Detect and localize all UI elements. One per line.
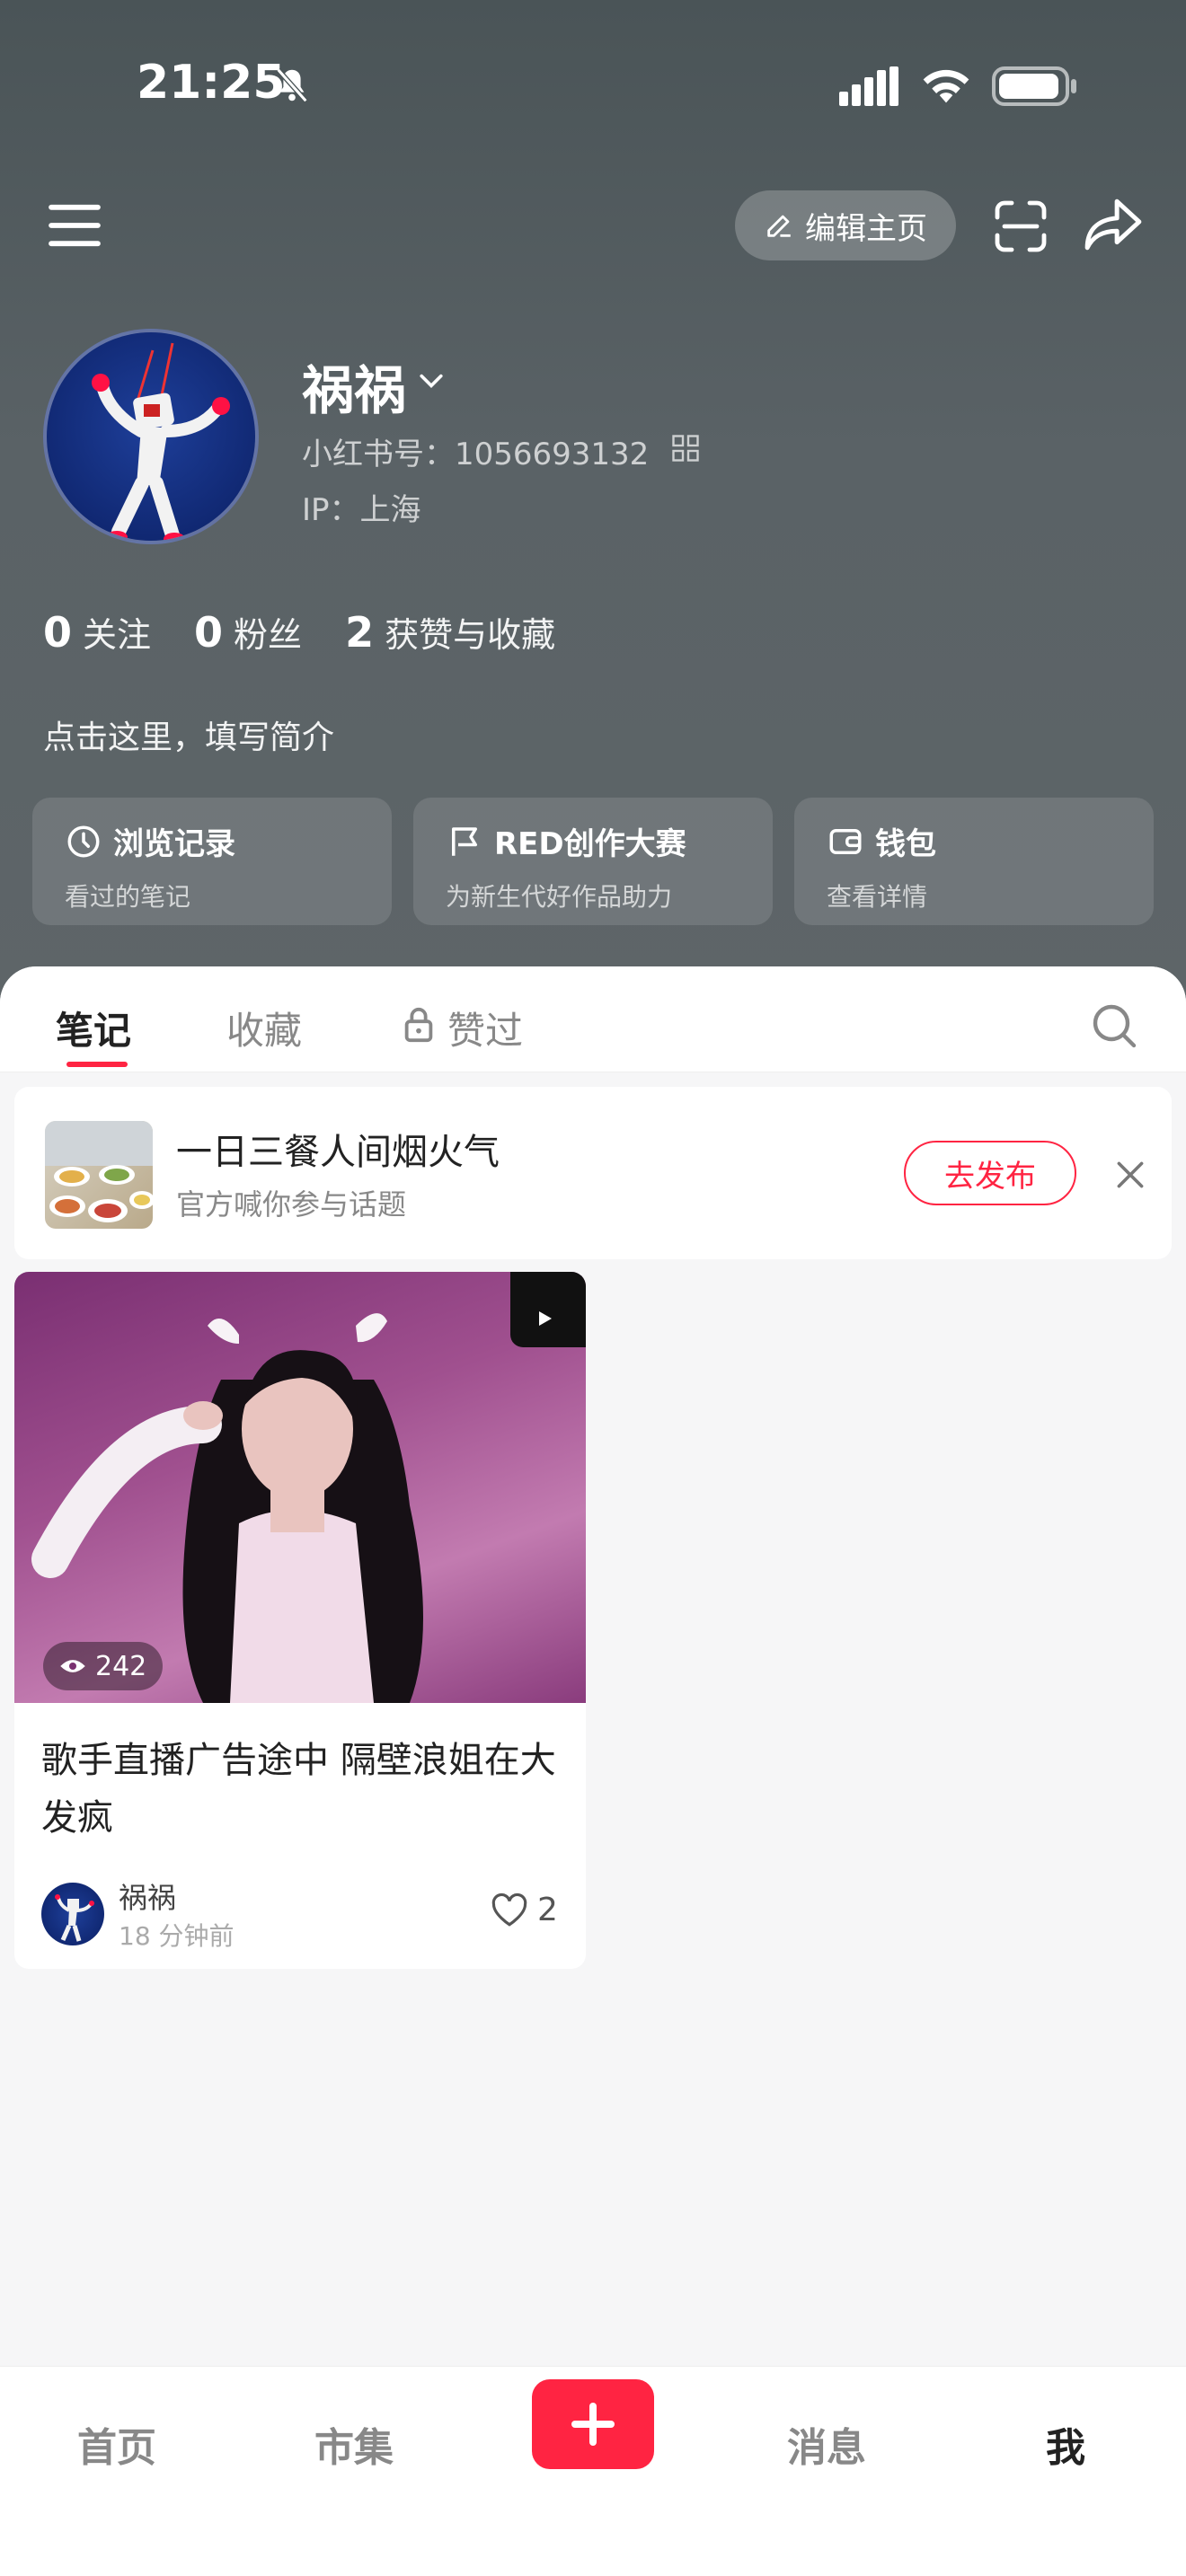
plus-icon [571,2403,615,2446]
ip-location: IP：上海 [302,492,421,528]
history-card-title: 浏览记录 [113,826,235,862]
active-tab-indicator [66,1062,128,1067]
search-icon[interactable] [1091,1002,1137,1049]
history-card-sub: 看过的笔记 [65,882,191,912]
topic-subtitle: 官方喊你参与话题 [176,1187,407,1222]
signal-icon [839,66,898,106]
wifi-icon [923,69,969,103]
nav-messages[interactable]: 消息 [787,2415,866,2473]
like-button[interactable]: 2 [491,1892,558,1928]
scan-icon[interactable] [994,199,1048,253]
stats-row: 0 关注 0 粉丝 2 获赞与收藏 [43,607,555,657]
note-card[interactable]: 242 歌手直播广告途中 隔壁浪姐在大发疯 祸祸 18 分钟前 2 [14,1272,586,1969]
stat-likes-count: 2 [345,608,375,657]
eye-icon [60,1660,85,1672]
play-icon [539,1311,552,1326]
bio-prompt[interactable]: 点击这里，填写简介 [43,711,334,758]
pencil-icon [767,215,791,237]
note-cover-image [14,1272,586,1703]
close-icon[interactable] [1114,1159,1146,1191]
publish-button[interactable]: 去发布 [904,1141,1076,1205]
history-card[interactable]: 浏览记录 看过的笔记 [32,798,392,925]
nav-market[interactable]: 市集 [314,2415,394,2473]
stat-following-count: 0 [43,608,73,657]
content-panel: 笔记 收藏 赞过 一日三餐人间烟火气 官方喊你参与话题 去发布 242 歌手直播… [0,966,1186,2368]
note-time: 18 分钟前 [119,1921,235,1951]
wallet-icon [829,828,862,854]
tab-liked[interactable]: 赞过 [447,1001,523,1055]
tab-collections[interactable]: 收藏 [226,1001,302,1055]
red-contest-title: RED创作大赛 [494,826,686,862]
stat-followers-label: 粉丝 [234,615,303,655]
red-contest-card[interactable]: RED创作大赛 为新生代好作品助力 [413,798,773,925]
red-id: 小红书号：1056693132 [302,437,650,472]
stat-followers[interactable]: 0 粉丝 [194,607,302,657]
status-time: 21:25 [137,56,286,110]
create-post-button[interactable] [532,2379,654,2469]
topic-thumbnail [45,1121,153,1229]
profile-header: 21:25 编辑主页 祸祸 小红书号：1056693132 IP：上海 0 关注… [0,0,1186,1006]
view-count-badge: 242 [43,1642,164,1690]
flag-icon [452,826,477,856]
tab-notes[interactable]: 笔记 [56,1001,131,1055]
bell-muted-icon [276,67,308,103]
topic-banner[interactable]: 一日三餐人间烟火气 官方喊你参与话题 去发布 [14,1087,1172,1259]
topic-title: 一日三餐人间烟火气 [176,1132,500,1173]
stat-likes-label: 获赞与收藏 [385,615,556,655]
qr-code-icon[interactable] [672,435,699,462]
stat-likes-collects[interactable]: 2 获赞与收藏 [345,607,555,657]
video-badge [510,1272,586,1347]
wallet-sub: 查看详情 [827,882,928,912]
singer-photo [31,1313,423,1703]
avatar-figure-image [92,342,230,541]
share-icon[interactable] [1084,196,1143,251]
username[interactable]: 祸祸 [302,348,406,424]
edit-profile-label: 编辑主页 [805,210,927,247]
tab-bar: 笔记 收藏 赞过 [0,966,1186,1072]
wallet-card[interactable]: 钱包 查看详情 [794,798,1154,925]
note-author[interactable]: 祸祸 [119,1875,176,1917]
edit-profile-button[interactable]: 编辑主页 [735,190,956,260]
red-contest-sub: 为新生代好作品助力 [446,882,673,912]
status-bar: 21:25 [0,0,1186,171]
note-title: 歌手直播广告途中 隔壁浪姐在大发疯 [41,1740,556,1839]
stat-following[interactable]: 0 关注 [43,607,151,657]
stat-followers-count: 0 [194,608,224,657]
chevron-down-icon[interactable] [415,365,447,397]
bottom-nav: 首页 市集 消息 我 [0,2366,1186,2576]
nav-me[interactable]: 我 [1046,2415,1085,2473]
lock-icon [404,1007,433,1043]
heart-icon [491,1892,527,1927]
author-avatar[interactable] [41,1883,104,1945]
like-count: 2 [537,1892,558,1928]
nav-home[interactable]: 首页 [77,2415,156,2473]
author-avatar-image [55,1894,94,1942]
battery-icon [992,66,1076,106]
wallet-title: 钱包 [875,826,936,862]
menu-icon[interactable] [49,203,101,248]
avatar[interactable] [43,329,259,544]
meals-photo [45,1121,153,1222]
clock-icon [67,825,100,857]
view-count: 242 [95,1650,147,1682]
stat-following-label: 关注 [83,615,152,655]
